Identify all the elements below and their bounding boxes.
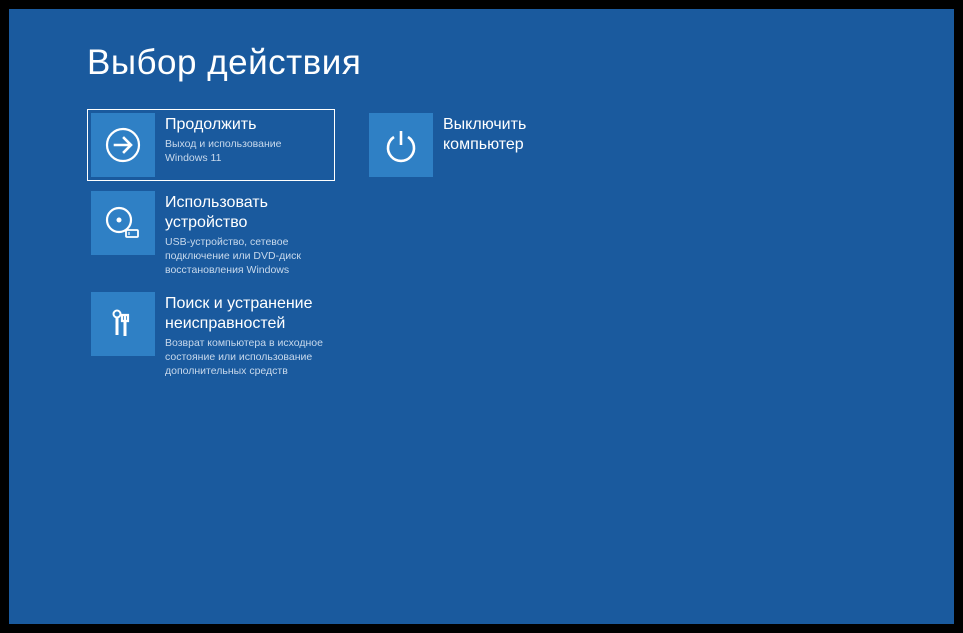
use-device-subtitle: USB-устройство, сетевое подключение или …: [165, 235, 325, 278]
use-device-tile[interactable]: Использоватьустройство USB-устройство, с…: [87, 187, 335, 282]
continue-text: Продолжить Выход и использование Windows…: [155, 113, 325, 165]
tools-icon: [91, 292, 155, 356]
options-row-3: Поиск и устранениенеисправностей Возврат…: [87, 288, 954, 383]
page-title: Выбор действия: [87, 43, 954, 83]
recovery-screen: Выбор действия Продолжить Выход и исполь…: [9, 9, 954, 624]
power-icon: [369, 113, 433, 177]
troubleshoot-text: Поиск и устранениенеисправностей Возврат…: [155, 292, 325, 379]
options-row-2: Использоватьустройство USB-устройство, с…: [87, 187, 954, 282]
troubleshoot-tile[interactable]: Поиск и устранениенеисправностей Возврат…: [87, 288, 335, 383]
arrow-right-icon: [91, 113, 155, 177]
shutdown-text: Выключитькомпьютер: [433, 113, 526, 155]
options-container: Продолжить Выход и использование Windows…: [87, 109, 954, 382]
troubleshoot-title: Поиск и устранениенеисправностей: [165, 294, 325, 334]
continue-title: Продолжить: [165, 115, 325, 135]
continue-tile[interactable]: Продолжить Выход и использование Windows…: [87, 109, 335, 181]
continue-subtitle: Выход и использование Windows 11: [165, 137, 325, 165]
use-device-title: Использоватьустройство: [165, 193, 325, 233]
troubleshoot-subtitle: Возврат компьютера в исходное состояние …: [165, 336, 325, 379]
shutdown-title: Выключитькомпьютер: [443, 115, 526, 155]
shutdown-tile[interactable]: Выключитькомпьютер: [365, 109, 613, 181]
disc-device-icon: [91, 191, 155, 255]
options-row-1: Продолжить Выход и использование Windows…: [87, 109, 954, 181]
use-device-text: Использоватьустройство USB-устройство, с…: [155, 191, 325, 278]
